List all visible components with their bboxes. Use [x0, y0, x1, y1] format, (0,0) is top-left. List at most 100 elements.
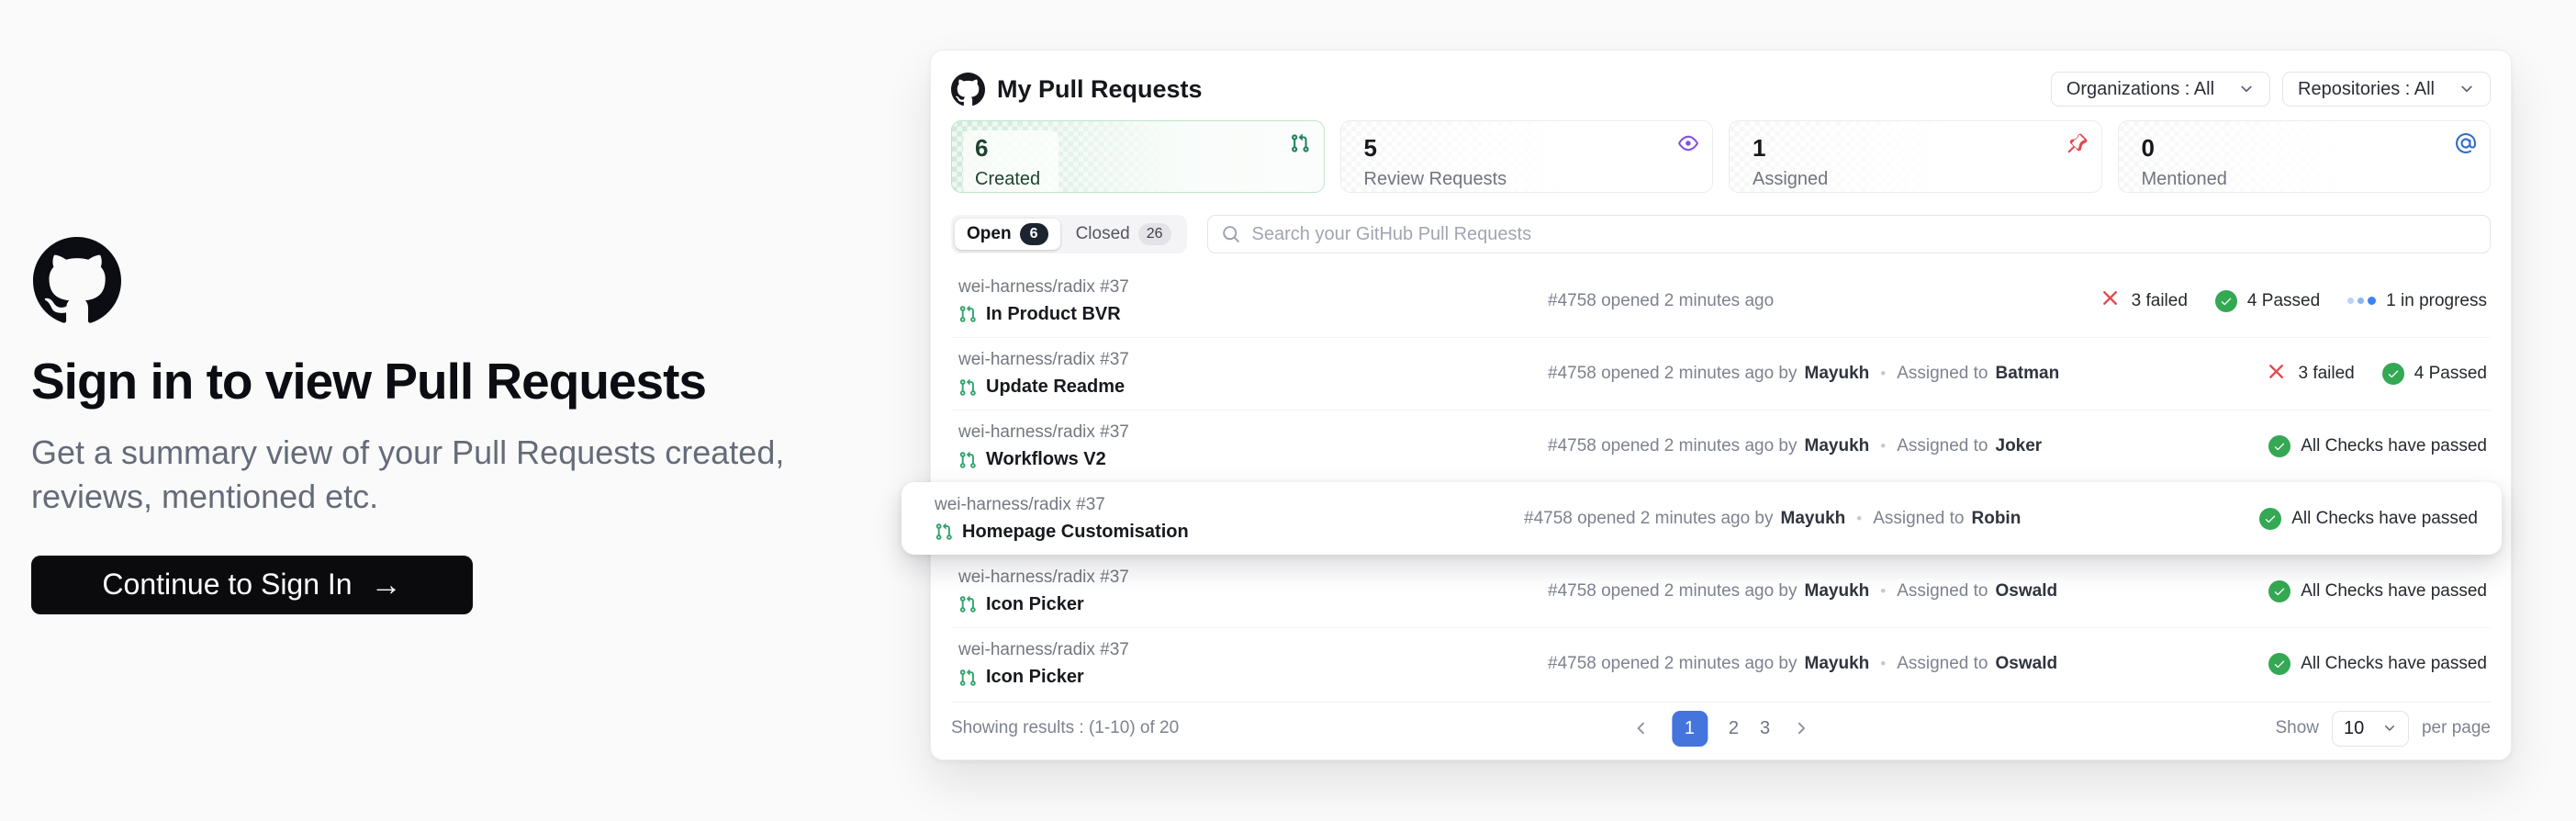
x-icon — [2099, 287, 2122, 315]
created-label: Created — [975, 169, 1040, 190]
chevron-down-icon — [2458, 81, 2475, 97]
pr-opened-text: #4758 opened 2 minutes ago by — [1548, 364, 1798, 384]
pr-opened-text: #4758 opened 2 minutes ago — [1548, 291, 1774, 311]
tab-closed[interactable]: Closed 26 — [1064, 219, 1183, 250]
stat-card-content: 1 Assigned — [1741, 130, 1846, 193]
pr-row-icon-picker-2[interactable]: wei-harness/radix #37 Icon Picker #4758 … — [951, 627, 2491, 700]
git-pull-request-icon — [958, 378, 977, 397]
pr-meta: #4758 opened 2 minutes ago — [1548, 291, 1774, 311]
stat-card-review-requests[interactable]: 5 Review Requests — [1340, 120, 1714, 193]
pr-row-in-product-bvr[interactable]: wei-harness/radix #37 In Product BVR #47… — [951, 264, 2491, 337]
pr-assigned-label: Assigned to — [1897, 581, 1988, 602]
pr-meta: #4758 opened 2 minutes ago by Mayukh Ass… — [1524, 509, 2021, 529]
check-circle-icon — [2268, 435, 2290, 457]
pr-left: wei-harness/radix #37 Icon Picker — [958, 640, 1548, 688]
status-passed: 4 Passed — [2215, 290, 2320, 312]
showing-results-text: Showing results : (1-10) of 20 — [951, 718, 1179, 738]
eye-icon — [1678, 133, 1698, 153]
github-logo-icon — [951, 73, 985, 107]
pr-assigned-label: Assigned to — [1897, 436, 1988, 456]
pr-row-icon-picker-1[interactable]: wei-harness/radix #37 Icon Picker #4758 … — [951, 555, 2491, 627]
pr-assigned-label: Assigned to — [1897, 654, 1988, 674]
status-all-passed-label: All Checks have passed — [2301, 654, 2487, 674]
stat-card-mentioned[interactable]: 0 Mentioned — [2118, 120, 2492, 193]
organizations-select[interactable]: Organizations : All — [2051, 72, 2270, 107]
signin-section: Sign in to view Pull Requests Get a summ… — [31, 237, 857, 614]
git-pull-request-icon — [1290, 133, 1310, 153]
pr-opened-text: #4758 opened 2 minutes ago by — [1548, 654, 1798, 674]
panel-title: My Pull Requests — [997, 75, 1203, 104]
pr-meta: #4758 opened 2 minutes ago by Mayukh Ass… — [1548, 436, 2042, 456]
status-failed-label: 3 failed — [2132, 291, 2188, 311]
search-icon — [1222, 225, 1240, 243]
pr-repo: wei-harness/radix #37 — [958, 568, 1548, 588]
pr-status: All Checks have passed — [2268, 653, 2487, 675]
tab-open[interactable]: Open 6 — [955, 219, 1060, 250]
pr-row-update-readme[interactable]: wei-harness/radix #37 Update Readme #475… — [951, 337, 2491, 410]
pr-repo: wei-harness/radix #37 — [958, 422, 1548, 443]
filter-row: Open 6 Closed 26 — [951, 215, 2491, 253]
status-all-passed: All Checks have passed — [2259, 508, 2478, 530]
stats-cards: 6 Created 5 Review Requests 1 Assigned — [951, 120, 2491, 193]
page-button-1[interactable]: 1 — [1672, 711, 1708, 747]
signin-subtitle-line2: reviews, mentioned etc. — [31, 475, 857, 519]
pr-title: Workflows V2 — [986, 449, 1106, 470]
signin-subtitle-line1: Get a summary view of your Pull Requests… — [31, 431, 857, 475]
stat-card-content: 5 Review Requests — [1352, 130, 1526, 193]
status-failed: 3 failed — [2099, 287, 2188, 315]
check-circle-icon — [2382, 363, 2404, 385]
pr-title: Homepage Customisation — [962, 522, 1189, 543]
pr-assignee: Oswald — [1996, 581, 2058, 602]
review-requests-label: Review Requests — [1364, 169, 1507, 190]
search-box — [1207, 215, 2491, 253]
pr-status: All Checks have passed — [2268, 580, 2487, 602]
stat-card-created[interactable]: 6 Created — [951, 120, 1325, 193]
page-size-value: 10 — [2344, 718, 2364, 739]
page-button-2[interactable]: 2 — [1729, 718, 1739, 739]
review-requests-count: 5 — [1364, 134, 1507, 163]
pr-assignee: Batman — [1996, 364, 2060, 384]
repositories-select[interactable]: Repositories : All — [2282, 72, 2491, 107]
pr-status: All Checks have passed — [2268, 435, 2487, 457]
chevron-left-icon[interactable] — [1632, 719, 1651, 737]
pr-status: 3 failed 4 Passed — [2265, 360, 2487, 388]
pr-assigned-label: Assigned to — [1873, 509, 1964, 529]
pr-row-workflows-v2[interactable]: wei-harness/radix #37 Workflows V2 #4758… — [951, 410, 2491, 482]
assigned-label: Assigned — [1753, 169, 1828, 190]
check-circle-icon — [2259, 508, 2281, 530]
git-pull-request-icon — [958, 595, 977, 613]
git-pull-request-icon — [958, 305, 977, 323]
pagination: 1 2 3 — [1632, 711, 1809, 747]
git-pull-request-icon — [958, 669, 977, 687]
pr-author: Mayukh — [1805, 436, 1870, 456]
pr-meta: #4758 opened 2 minutes ago by Mayukh Ass… — [1548, 581, 2057, 602]
status-all-passed: All Checks have passed — [2268, 580, 2487, 602]
page: Sign in to view Pull Requests Get a summ… — [0, 0, 2576, 821]
page-button-3[interactable]: 3 — [1760, 718, 1770, 739]
continue-sign-in-label: Continue to Sign In — [102, 568, 352, 602]
status-failed-label: 3 failed — [2298, 364, 2354, 384]
tab-closed-label: Closed — [1076, 224, 1130, 244]
pr-opened-text: #4758 opened 2 minutes ago by — [1548, 436, 1798, 456]
pr-left: wei-harness/radix #37 In Product BVR — [958, 277, 1548, 325]
stat-card-assigned[interactable]: 1 Assigned — [1729, 120, 2102, 193]
pr-status: All Checks have passed — [2259, 508, 2478, 530]
mentioned-label: Mentioned — [2142, 169, 2227, 190]
search-input[interactable] — [1252, 224, 2476, 245]
chevron-down-icon — [2238, 81, 2255, 97]
pr-row-homepage-customisation[interactable]: wei-harness/radix #37 Homepage Customisa… — [902, 482, 2502, 555]
tab-open-label: Open — [967, 224, 1012, 244]
continue-sign-in-button[interactable]: Continue to Sign In → — [31, 556, 473, 614]
status-all-passed-label: All Checks have passed — [2291, 509, 2478, 529]
dot-separator — [1876, 581, 1889, 602]
chevron-right-icon[interactable] — [1791, 719, 1809, 737]
dot-separator — [1876, 364, 1889, 384]
pr-repo: wei-harness/radix #37 — [935, 495, 1524, 515]
status-all-passed-label: All Checks have passed — [2301, 581, 2487, 602]
pr-left: wei-harness/radix #37 Icon Picker — [958, 568, 1548, 615]
x-icon — [2265, 360, 2288, 388]
git-pull-request-icon — [935, 523, 953, 541]
page-size-select[interactable]: 10 — [2332, 711, 2409, 747]
pin-icon — [2067, 133, 2088, 153]
pr-left: wei-harness/radix #37 Update Readme — [958, 350, 1548, 398]
